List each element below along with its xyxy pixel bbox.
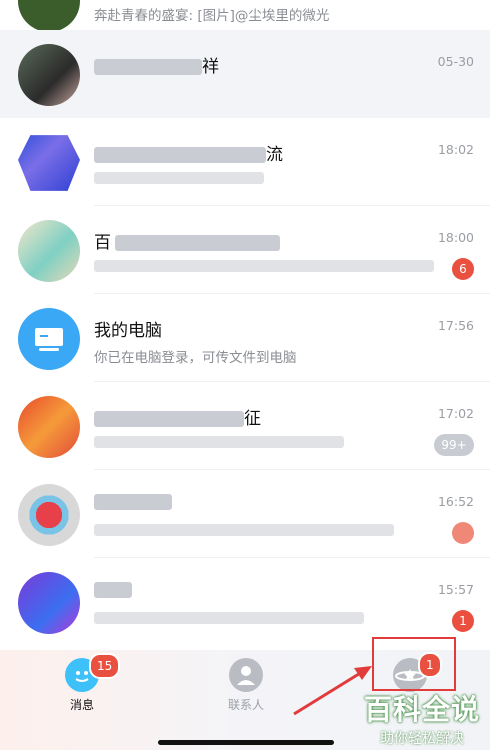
conversation-row[interactable]: 祥 05-30 <box>0 30 490 118</box>
message-time: 16:52 <box>437 494 474 509</box>
home-indicator[interactable] <box>158 740 334 745</box>
avatar <box>18 220 80 282</box>
conversation-name <box>94 492 172 512</box>
message-preview <box>94 522 394 538</box>
conversation-name: 征 <box>94 404 261 429</box>
avatar <box>18 396 80 458</box>
message-preview <box>94 258 434 274</box>
tab-contacts[interactable]: 联系人 <box>206 658 286 713</box>
message-preview <box>94 434 344 450</box>
message-preview <box>94 170 264 186</box>
conversation-row[interactable]: 16:52 <box>0 470 490 558</box>
avatar <box>18 44 80 106</box>
conversation-list: 奔赴青春的盛宴: [图片]@尘埃里的微光 祥 05-30 流 18:02 百 1… <box>0 0 490 650</box>
conversation-row[interactable]: 流 18:02 <box>0 118 490 206</box>
conversation-row-my-computer[interactable]: 我的电脑 你已在电脑登录，可传文件到电脑 17:56 <box>0 294 490 382</box>
message-time: 05-30 <box>437 54 474 69</box>
watermark-subtitle: 助你轻松解决 <box>379 731 464 747</box>
conversation-row[interactable]: 百 18:00 6 <box>0 206 490 294</box>
message-time: 17:56 <box>437 318 474 333</box>
conversation-name <box>94 580 132 600</box>
conversation-row[interactable]: 15:57 1 <box>0 558 490 646</box>
avatar <box>18 0 80 32</box>
message-time: 18:02 <box>437 142 474 157</box>
conversation-name: 祥 <box>94 52 219 77</box>
conversation-name: 百 <box>94 228 280 253</box>
highlight-box <box>372 637 456 691</box>
unread-badge: 99+ <box>434 434 474 456</box>
unread-badge <box>452 522 474 544</box>
contacts-icon <box>229 658 263 692</box>
avatar <box>18 135 80 191</box>
message-time: 17:02 <box>437 406 474 421</box>
tab-label: 联系人 <box>227 698 264 712</box>
message-preview: 奔赴青春的盛宴: [图片]@尘埃里的微光 <box>94 8 330 24</box>
message-time: 18:00 <box>437 230 474 245</box>
unread-badge: 6 <box>452 258 474 280</box>
avatar <box>18 308 80 370</box>
watermark-title: 百科全说 <box>363 693 480 726</box>
avatar <box>18 484 80 546</box>
message-time: 15:57 <box>437 582 474 597</box>
avatar <box>18 572 80 634</box>
messages-badge: 15 <box>89 653 121 679</box>
unread-badge: 1 <box>452 610 474 632</box>
conversation-name: 我的电脑 <box>94 321 162 341</box>
message-preview <box>94 610 364 626</box>
monitor-icon <box>35 328 63 351</box>
conversation-row[interactable]: 征 17:02 99+ <box>0 382 490 470</box>
watermark-logo: 百科全说 助你轻松解决 <box>364 688 480 748</box>
conversation-name: 流 <box>94 140 283 165</box>
message-preview: 你已在电脑登录，可传文件到电脑 <box>94 350 297 366</box>
tab-label: 消息 <box>69 698 94 712</box>
